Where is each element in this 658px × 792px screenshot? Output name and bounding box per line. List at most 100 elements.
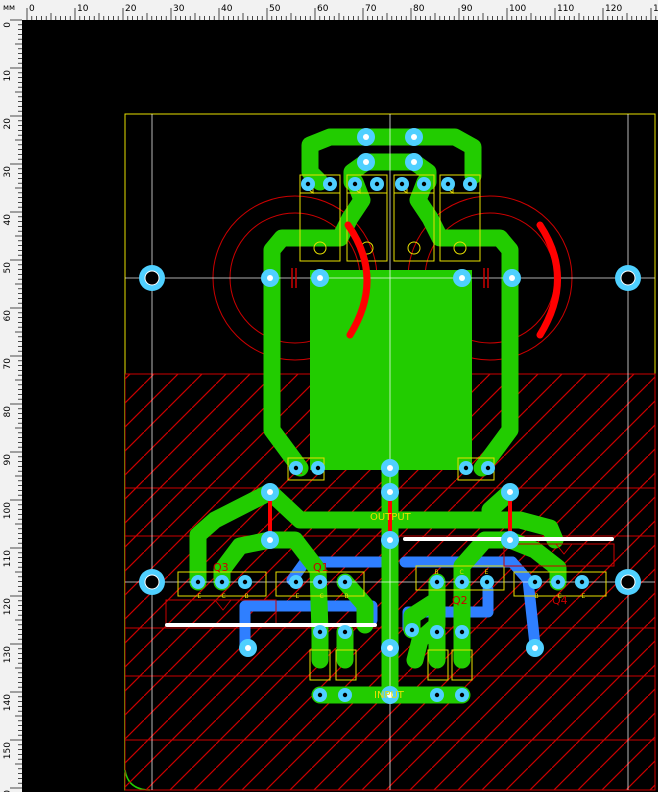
pad-drill xyxy=(374,181,380,187)
pad-drill xyxy=(305,181,311,187)
ruler-left-ticks: 0102030405060708090100110120130140150160 xyxy=(3,19,22,792)
ruler-top-label: 0 xyxy=(29,4,35,14)
pad-drill xyxy=(327,181,333,187)
pad-drill xyxy=(579,579,585,585)
ruler-top-label: 10 xyxy=(77,4,89,14)
pin-letter: B xyxy=(435,569,439,576)
pad-drill xyxy=(315,465,321,471)
q1-label: Q1 xyxy=(313,561,329,574)
pad-drill xyxy=(411,159,417,165)
pad-drill xyxy=(317,579,323,585)
pad-drill xyxy=(293,465,299,471)
pcb-canvas[interactable]: OUTPUT INPUT Q3 Q1 Q2 Q4 E C B E C BB C EB C E xyxy=(22,20,658,792)
ruler-top-label: 20 xyxy=(125,4,137,14)
pad-drill xyxy=(245,645,251,651)
ruler-top-label: 30 xyxy=(173,4,185,14)
ruler-top-label: 60 xyxy=(317,4,329,14)
pad-drill xyxy=(459,692,465,698)
pad-drill xyxy=(317,629,323,635)
pad-drill xyxy=(434,579,440,585)
pad-drill xyxy=(267,537,273,543)
ruler-top-label: 70 xyxy=(365,4,377,14)
pin-letter: E xyxy=(485,569,489,576)
pad-drill xyxy=(363,134,369,140)
ruler-left-label: 130 xyxy=(3,646,13,663)
ruler-top-ticks: 0 10 20 30 40 50 60 70 80 90 100 110 120 130 xyxy=(26,4,658,20)
ruler-left-label: 40 xyxy=(3,214,13,226)
ruler-left-label: 10 xyxy=(3,70,13,82)
pin-letter: C xyxy=(320,593,324,600)
q3-label: Q3 xyxy=(213,561,229,574)
mounting-hole-drill xyxy=(144,574,160,590)
pad-drill xyxy=(219,579,225,585)
pad-drill xyxy=(459,579,465,585)
pad-drill xyxy=(342,579,348,585)
ruler-left-label: 30 xyxy=(3,166,13,178)
pin-letter: B xyxy=(345,593,349,600)
ruler-top-label: 40 xyxy=(221,4,233,14)
pin-letter: C xyxy=(222,593,226,600)
pad-drill xyxy=(387,489,393,495)
pad-drill xyxy=(352,181,358,187)
pad-drill xyxy=(195,579,201,585)
pad-drill xyxy=(242,579,248,585)
pad-drill xyxy=(363,159,369,165)
output-label: OUTPUT xyxy=(370,512,412,523)
ruler-top-label: 120 xyxy=(605,4,622,14)
pad-drill xyxy=(342,692,348,698)
ruler-left-label: 70 xyxy=(3,358,13,370)
pin-letter: B xyxy=(535,593,539,600)
pad-drill xyxy=(387,537,393,543)
mounting-hole-drill xyxy=(620,270,636,286)
q2-label: Q2 xyxy=(452,594,468,607)
pin-letter: B xyxy=(245,593,249,600)
ruler-top-label: 130 xyxy=(653,4,658,14)
pad-drill xyxy=(342,629,348,635)
pad-drill xyxy=(532,645,538,651)
pad-drill xyxy=(555,579,561,585)
ruler-left-label: 150 xyxy=(3,742,13,759)
pad-drill xyxy=(507,537,513,543)
pad-drill xyxy=(409,627,415,633)
ruler-left-label: 0 xyxy=(3,22,13,28)
ruler-top-label: 50 xyxy=(269,4,281,14)
pad-drill xyxy=(267,275,273,281)
pad-drill xyxy=(459,275,465,281)
pin-letter: E xyxy=(198,593,202,600)
ruler-left-label: 90 xyxy=(3,454,13,466)
mounting-hole-drill xyxy=(144,270,160,286)
pad-drill xyxy=(509,275,515,281)
ruler-top-label: 100 xyxy=(509,4,526,14)
pad-drill xyxy=(532,579,538,585)
pad-drill xyxy=(485,465,491,471)
ruler-left-label: 140 xyxy=(3,694,13,711)
pad-drill xyxy=(387,465,393,471)
input-label: INPUT xyxy=(374,690,405,701)
pin-letter: E xyxy=(582,593,586,600)
pad-drill xyxy=(459,629,465,635)
pad-drill xyxy=(317,275,323,281)
pad-drill xyxy=(445,181,451,187)
pad-drill xyxy=(434,629,440,635)
pad-drill xyxy=(317,692,323,698)
mounting-hole-drill xyxy=(620,574,636,590)
pad-drill xyxy=(434,692,440,698)
pad-drill xyxy=(387,645,393,651)
pin-letter: C xyxy=(558,593,562,600)
pad-drill xyxy=(267,489,273,495)
ruler-left-label: 50 xyxy=(3,262,13,274)
pin-letter: C xyxy=(460,569,464,576)
pin-letter: E xyxy=(296,593,300,600)
ruler-left-label: 120 xyxy=(3,598,13,615)
ruler-left-label: 80 xyxy=(3,406,13,418)
pad-drill xyxy=(463,465,469,471)
ruler-left-label: 100 xyxy=(3,502,13,519)
pad-drill xyxy=(467,181,473,187)
pad-drill xyxy=(484,579,490,585)
pad-drill xyxy=(507,489,513,495)
pad-drill xyxy=(293,579,299,585)
pad-drill xyxy=(421,181,427,187)
ruler-top-label: 90 xyxy=(461,4,473,14)
ruler-top-label: 80 xyxy=(413,4,425,14)
pad-drill xyxy=(411,134,417,140)
